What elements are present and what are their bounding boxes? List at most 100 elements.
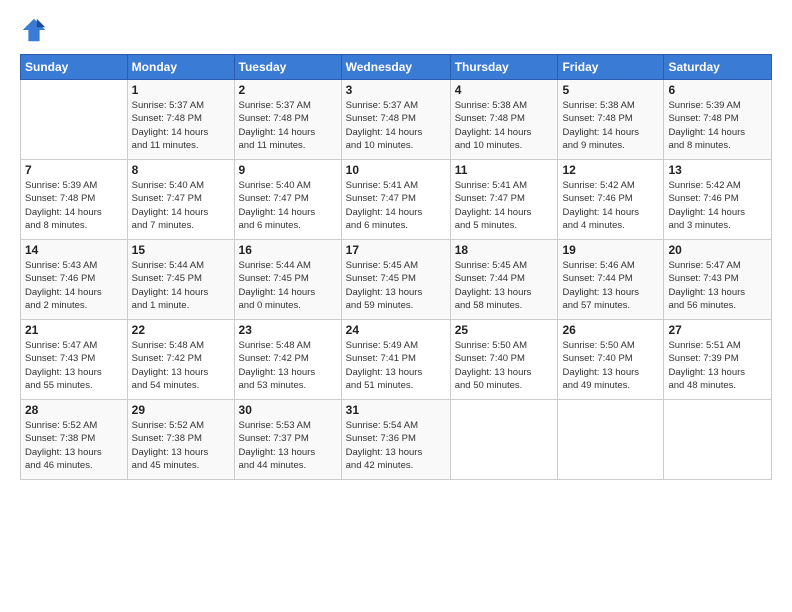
day-number: 18 (455, 243, 554, 257)
day-number: 29 (132, 403, 230, 417)
calendar-table: SundayMondayTuesdayWednesdayThursdayFrid… (20, 54, 772, 480)
weekday-header-thursday: Thursday (450, 55, 558, 80)
day-number: 12 (562, 163, 659, 177)
day-info: Sunrise: 5:50 AMSunset: 7:40 PMDaylight:… (562, 339, 659, 392)
day-number: 4 (455, 83, 554, 97)
calendar-cell: 21 Sunrise: 5:47 AMSunset: 7:43 PMDayligh… (21, 320, 128, 400)
header (20, 16, 772, 44)
week-row-1: 1 Sunrise: 5:37 AMSunset: 7:48 PMDaylight… (21, 80, 772, 160)
day-info: Sunrise: 5:37 AMSunset: 7:48 PMDaylight:… (346, 99, 446, 152)
day-info: Sunrise: 5:49 AMSunset: 7:41 PMDaylight:… (346, 339, 446, 392)
calendar-cell: 4 Sunrise: 5:38 AMSunset: 7:48 PMDaylight… (450, 80, 558, 160)
day-info: Sunrise: 5:44 AMSunset: 7:45 PMDaylight:… (132, 259, 230, 312)
calendar-cell: 15 Sunrise: 5:44 AMSunset: 7:45 PMDayligh… (127, 240, 234, 320)
day-info: Sunrise: 5:43 AMSunset: 7:46 PMDaylight:… (25, 259, 123, 312)
day-info: Sunrise: 5:48 AMSunset: 7:42 PMDaylight:… (132, 339, 230, 392)
day-info: Sunrise: 5:54 AMSunset: 7:36 PMDaylight:… (346, 419, 446, 472)
calendar-cell: 1Sunrise: 5:37 AMSunset: 7:48 PMDaylight… (127, 80, 234, 160)
day-number: 13 (668, 163, 767, 177)
day-number: 11 (455, 163, 554, 177)
calendar-cell: 10Sunrise: 5:41 AMSunset: 7:47 PMDayligh… (341, 160, 450, 240)
day-info: Sunrise: 5:46 AMSunset: 7:44 PMDaylight:… (562, 259, 659, 312)
weekday-header-tuesday: Tuesday (234, 55, 341, 80)
day-number: 31 (346, 403, 446, 417)
day-info: Sunrise: 5:40 AMSunset: 7:47 PMDaylight:… (132, 179, 230, 232)
calendar-cell: 11 Sunrise: 5:41 AMSunset: 7:47 PMDayligh… (450, 160, 558, 240)
day-number: 8 (132, 163, 230, 177)
day-info: Sunrise: 5:53 AMSunset: 7:37 PMDaylight:… (239, 419, 337, 472)
calendar-cell: 23Sunrise: 5:48 AMSunset: 7:42 PMDayligh… (234, 320, 341, 400)
day-number: 14 (25, 243, 123, 257)
calendar-cell (21, 80, 128, 160)
calendar-cell: 24 Sunrise: 5:49 AMSunset: 7:41 PMDayligh… (341, 320, 450, 400)
calendar-cell: 8 Sunrise: 5:40 AMSunset: 7:47 PMDaylight… (127, 160, 234, 240)
day-number: 30 (239, 403, 337, 417)
calendar-cell: 2Sunrise: 5:37 AMSunset: 7:48 PMDaylight… (234, 80, 341, 160)
week-row-4: 21 Sunrise: 5:47 AMSunset: 7:43 PMDayligh… (21, 320, 772, 400)
calendar-cell: 30 Sunrise: 5:53 AMSunset: 7:37 PMDayligh… (234, 400, 341, 480)
day-number: 19 (562, 243, 659, 257)
logo-icon (20, 16, 48, 44)
calendar-cell: 5 Sunrise: 5:38 AMSunset: 7:48 PMDaylight… (558, 80, 664, 160)
page: SundayMondayTuesdayWednesdayThursdayFrid… (0, 0, 792, 612)
calendar-cell (450, 400, 558, 480)
day-number: 16 (239, 243, 337, 257)
calendar-cell: 12 Sunrise: 5:42 AMSunset: 7:46 PMDayligh… (558, 160, 664, 240)
weekday-header-sunday: Sunday (21, 55, 128, 80)
calendar-cell: 29 Sunrise: 5:52 AMSunset: 7:38 PMDayligh… (127, 400, 234, 480)
calendar-cell: 17 Sunrise: 5:45 AMSunset: 7:45 PMDayligh… (341, 240, 450, 320)
day-info: Sunrise: 5:45 AMSunset: 7:44 PMDaylight:… (455, 259, 554, 312)
weekday-header-wednesday: Wednesday (341, 55, 450, 80)
day-info: Sunrise: 5:39 AMSunset: 7:48 PMDaylight:… (25, 179, 123, 232)
day-number: 1 (132, 83, 230, 97)
calendar-cell: 31 Sunrise: 5:54 AMSunset: 7:36 PMDayligh… (341, 400, 450, 480)
day-number: 28 (25, 403, 123, 417)
day-info: Sunrise: 5:42 AMSunset: 7:46 PMDaylight:… (562, 179, 659, 232)
day-number: 10 (346, 163, 446, 177)
day-number: 7 (25, 163, 123, 177)
day-info: Sunrise: 5:40 AMSunset: 7:47 PMDaylight:… (239, 179, 337, 232)
weekday-header-monday: Monday (127, 55, 234, 80)
day-info: Sunrise: 5:38 AMSunset: 7:48 PMDaylight:… (455, 99, 554, 152)
calendar-cell: 7 Sunrise: 5:39 AMSunset: 7:48 PMDaylight… (21, 160, 128, 240)
day-info: Sunrise: 5:45 AMSunset: 7:45 PMDaylight:… (346, 259, 446, 312)
calendar-cell (664, 400, 772, 480)
day-number: 26 (562, 323, 659, 337)
day-number: 23 (239, 323, 337, 337)
weekday-header-friday: Friday (558, 55, 664, 80)
day-number: 21 (25, 323, 123, 337)
day-number: 9 (239, 163, 337, 177)
week-row-3: 14 Sunrise: 5:43 AMSunset: 7:46 PMDayligh… (21, 240, 772, 320)
day-number: 22 (132, 323, 230, 337)
day-number: 24 (346, 323, 446, 337)
day-info: Sunrise: 5:38 AMSunset: 7:48 PMDaylight:… (562, 99, 659, 152)
week-row-5: 28 Sunrise: 5:52 AMSunset: 7:38 PMDayligh… (21, 400, 772, 480)
day-number: 15 (132, 243, 230, 257)
day-number: 27 (668, 323, 767, 337)
day-number: 6 (668, 83, 767, 97)
day-info: Sunrise: 5:41 AMSunset: 7:47 PMDaylight:… (455, 179, 554, 232)
day-info: Sunrise: 5:44 AMSunset: 7:45 PMDaylight:… (239, 259, 337, 312)
day-info: Sunrise: 5:50 AMSunset: 7:40 PMDaylight:… (455, 339, 554, 392)
day-number: 5 (562, 83, 659, 97)
calendar-cell: 20Sunrise: 5:47 AMSunset: 7:43 PMDayligh… (664, 240, 772, 320)
calendar-header-row: SundayMondayTuesdayWednesdayThursdayFrid… (21, 55, 772, 80)
day-number: 2 (239, 83, 337, 97)
day-info: Sunrise: 5:52 AMSunset: 7:38 PMDaylight:… (132, 419, 230, 472)
calendar-cell: 25 Sunrise: 5:50 AMSunset: 7:40 PMDayligh… (450, 320, 558, 400)
day-info: Sunrise: 5:47 AMSunset: 7:43 PMDaylight:… (25, 339, 123, 392)
calendar-cell: 9 Sunrise: 5:40 AMSunset: 7:47 PMDaylight… (234, 160, 341, 240)
day-info: Sunrise: 5:42 AMSunset: 7:46 PMDaylight:… (668, 179, 767, 232)
calendar-cell: 14 Sunrise: 5:43 AMSunset: 7:46 PMDayligh… (21, 240, 128, 320)
calendar-cell: 19 Sunrise: 5:46 AMSunset: 7:44 PMDayligh… (558, 240, 664, 320)
day-number: 20 (668, 243, 767, 257)
calendar-cell: 22 Sunrise: 5:48 AMSunset: 7:42 PMDayligh… (127, 320, 234, 400)
day-info: Sunrise: 5:52 AMSunset: 7:38 PMDaylight:… (25, 419, 123, 472)
calendar-cell: 27Sunrise: 5:51 AMSunset: 7:39 PMDayligh… (664, 320, 772, 400)
weekday-header-saturday: Saturday (664, 55, 772, 80)
calendar-cell: 6Sunrise: 5:39 AMSunset: 7:48 PMDaylight… (664, 80, 772, 160)
day-number: 17 (346, 243, 446, 257)
day-number: 3 (346, 83, 446, 97)
calendar-cell (558, 400, 664, 480)
day-number: 25 (455, 323, 554, 337)
